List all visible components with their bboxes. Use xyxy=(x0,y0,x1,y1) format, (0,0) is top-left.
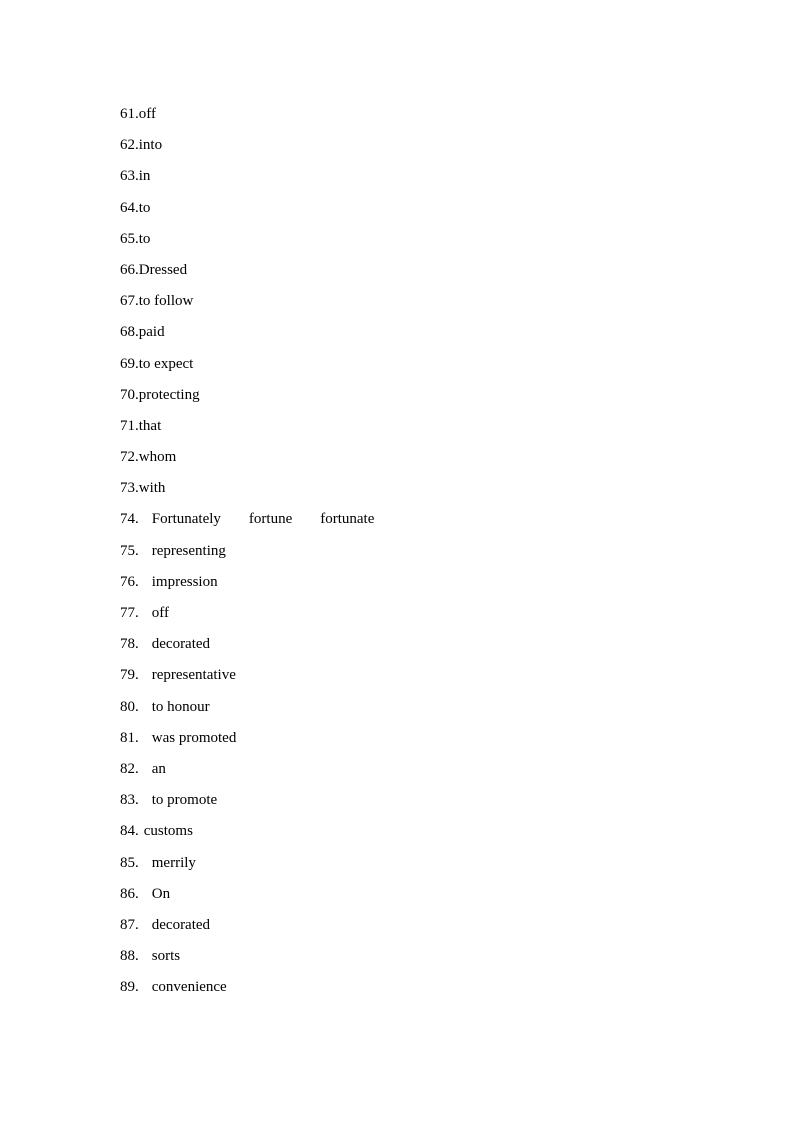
answer-number: 81. xyxy=(120,729,139,746)
answer-value: that xyxy=(138,417,162,434)
answer-value: to xyxy=(138,230,151,247)
answer-item: 68.paid xyxy=(120,317,720,348)
answer-key-list: 61.off 62.into 63.in 64.to 65.to 66.Dressed 67… xyxy=(120,99,720,1003)
answer-item: 81. was promoted xyxy=(120,723,720,754)
answer-number: 85. xyxy=(120,854,139,871)
answer-item: 82. an xyxy=(120,754,720,785)
answer-value: was promoted xyxy=(151,729,237,746)
answer-item: 69.to expect xyxy=(120,349,720,380)
answer-item: 63.in xyxy=(120,161,720,192)
answer-number: 75. xyxy=(120,542,139,559)
answer-value: off xyxy=(138,106,156,122)
answer-number: 89. xyxy=(120,979,139,996)
answer-value: paid xyxy=(138,324,165,341)
answer-number: 67. xyxy=(120,293,139,310)
answer-value: representing xyxy=(151,542,226,559)
answer-value: to xyxy=(138,199,151,216)
answer-item: 75. representing xyxy=(120,536,720,567)
answer-item: 66.Dressed xyxy=(120,255,720,286)
answer-number: 69. xyxy=(120,355,139,372)
answer-value: decorated xyxy=(151,916,211,933)
answer-number: 63. xyxy=(120,168,139,185)
answer-number: 87. xyxy=(120,916,139,933)
answer-item: 83. to promote xyxy=(120,785,720,816)
answer-item: 71.that xyxy=(120,411,720,442)
answer-item: 74. Fortunately fortune fortunate xyxy=(120,504,720,535)
answer-item: 72.whom xyxy=(120,442,720,473)
answer-value: Fortunately xyxy=(151,511,221,528)
answer-value: off xyxy=(151,605,169,621)
answer-value: merrily xyxy=(151,854,196,871)
answer-value: into xyxy=(138,137,163,154)
answer-item: 70.protecting xyxy=(120,380,720,411)
answer-number: 72. xyxy=(120,449,139,466)
answer-value: an xyxy=(151,760,166,777)
answer-value: in xyxy=(138,168,151,185)
answer-item: 65.to xyxy=(120,224,720,255)
answer-value: impression xyxy=(151,573,218,590)
answer-number: 62. xyxy=(120,137,139,154)
answer-item: 76. impression xyxy=(120,567,720,598)
answer-value: whom xyxy=(138,449,177,466)
answer-item: 88. sorts xyxy=(120,941,720,972)
answer-number: 79. xyxy=(120,667,139,684)
answer-item: 80. to honour xyxy=(120,692,720,723)
answer-number: 86. xyxy=(120,885,139,902)
answer-item: 64.to xyxy=(120,193,720,224)
answer-value: convenience xyxy=(151,979,227,996)
answer-number: 68. xyxy=(120,324,139,341)
answer-alternative: fortunate xyxy=(320,511,375,528)
answer-number: 76. xyxy=(120,573,139,590)
answer-number: 83. xyxy=(120,792,139,809)
answer-item: 85. merrily xyxy=(120,848,720,879)
answer-value: to follow xyxy=(138,293,194,310)
answer-alternative: fortune xyxy=(248,511,293,528)
answer-number: 64. xyxy=(120,199,139,216)
answer-item: 62.into xyxy=(120,130,720,161)
answer-number: 65. xyxy=(120,230,139,247)
answer-value: to expect xyxy=(138,355,194,372)
answer-item: 84. customs xyxy=(120,816,720,847)
answer-number: 78. xyxy=(120,636,139,653)
answer-value: protecting xyxy=(138,386,200,403)
answer-number: 82. xyxy=(120,760,139,777)
answer-value: to honour xyxy=(151,698,210,715)
answer-value: On xyxy=(151,885,171,902)
answer-item: 77. off xyxy=(120,598,720,629)
answer-item: 86. On xyxy=(120,879,720,910)
answer-value: representative xyxy=(151,667,236,684)
answer-item: 73.with xyxy=(120,473,720,504)
answer-number: 71. xyxy=(120,417,139,434)
answer-number: 77. xyxy=(120,605,139,621)
answer-item: 78. decorated xyxy=(120,629,720,660)
answer-number: 70. xyxy=(120,386,139,403)
document-page: 61.off 62.into 63.in 64.to 65.to 66.Dressed 67… xyxy=(0,0,794,1123)
answer-number: 66. xyxy=(120,261,139,278)
answer-number: 88. xyxy=(120,948,139,965)
answer-number: 61. xyxy=(120,106,139,122)
answer-number: 73. xyxy=(120,480,139,497)
answer-value: customs xyxy=(143,823,193,840)
answer-item: 61.off xyxy=(120,99,720,130)
answer-value: decorated xyxy=(151,636,211,653)
answer-item: 87. decorated xyxy=(120,910,720,941)
answer-value: sorts xyxy=(151,948,181,965)
answer-item: 89. convenience xyxy=(120,972,720,1003)
answer-item: 67.to follow xyxy=(120,286,720,317)
answer-value: with xyxy=(138,480,166,497)
answer-number: 84. xyxy=(120,823,139,840)
answer-item: 79. representative xyxy=(120,660,720,691)
answer-value: Dressed xyxy=(138,261,188,278)
answer-value: to promote xyxy=(151,792,218,809)
answer-number: 80. xyxy=(120,698,139,715)
answer-number: 74. xyxy=(120,511,139,528)
